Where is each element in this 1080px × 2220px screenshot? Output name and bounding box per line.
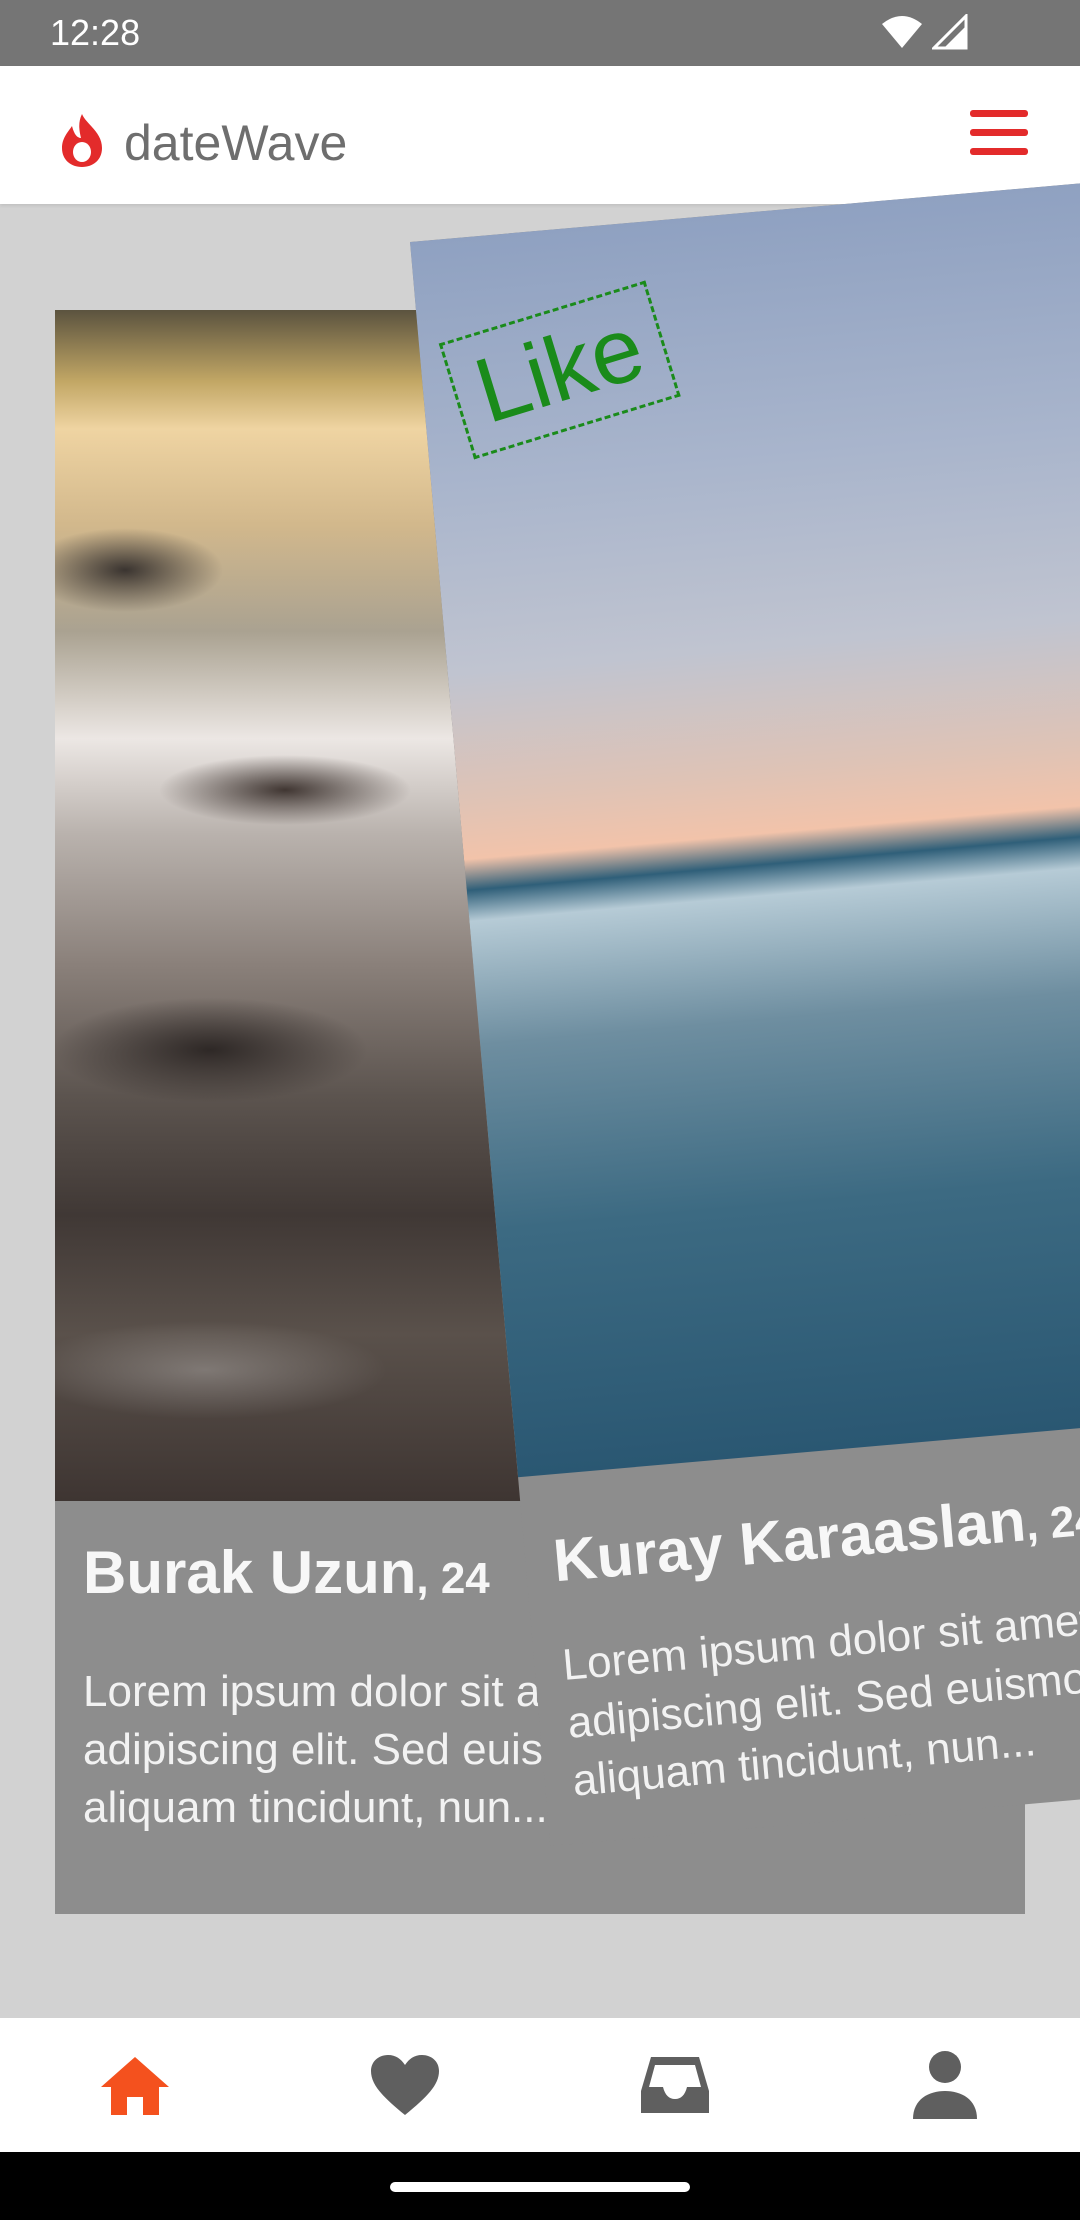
person-icon [913,2051,977,2119]
profile-info: Kuray Karaaslan, 24, Lorem ipsum dolor s… [546,1412,1080,1810]
menu-icon-bar [970,110,1028,117]
menu-icon-bar [970,129,1028,136]
nav-likes[interactable] [360,2040,450,2130]
nav-home[interactable] [90,2040,180,2130]
status-icons [880,14,968,50]
profile-name: Burak Uzun [83,1539,417,1606]
profile-bio: Lorem ipsum dolor sit amet, adipiscing e… [560,1574,1080,1810]
home-icon [101,2057,169,2115]
bottom-nav [0,2018,1080,2152]
app-bar: dateWave [0,66,1080,204]
profile-age: , 24 [416,1554,490,1603]
profile-age: , 24, [1023,1493,1080,1551]
app-title: dateWave [124,115,348,171]
status-time: 12:28 [50,12,141,53]
nav-profile[interactable] [900,2040,990,2130]
menu-icon-bar [970,148,1028,155]
nav-inbox[interactable] [630,2040,720,2130]
menu-button[interactable] [970,110,1028,162]
flame-icon [62,114,102,167]
wifi-icon [882,16,922,48]
profile-name-line: Kuray Karaaslan, 24, [550,1464,1080,1595]
gesture-area [0,2152,1080,2220]
heart-icon [371,2055,439,2115]
status-bar: 12:28 [0,0,1080,66]
cell-signal-icon [932,14,968,50]
inbox-icon [641,2057,709,2113]
home-gesture-handle[interactable] [390,2182,690,2192]
profile-name: Kuray Karaaslan [550,1486,1029,1595]
